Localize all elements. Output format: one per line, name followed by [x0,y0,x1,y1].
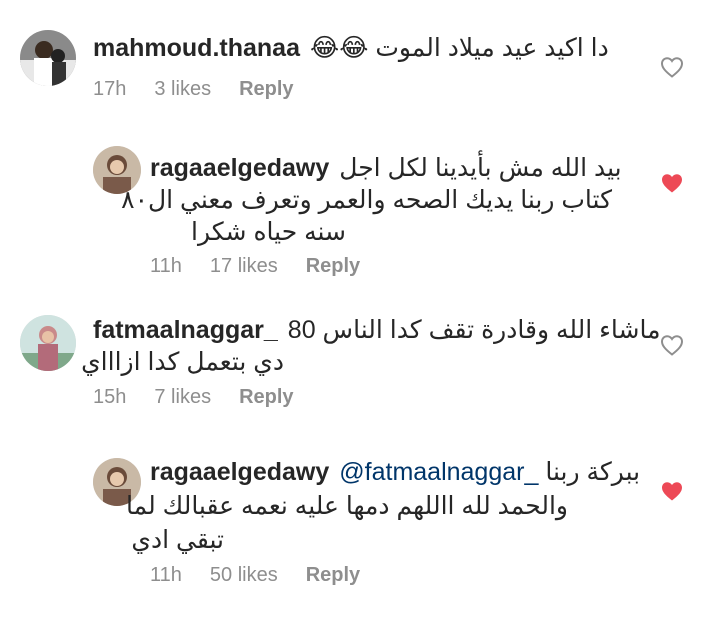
username[interactable]: mahmoud.thanaa [93,34,300,62]
comment-body-line: ماشاء الله وقادرة تقف كدا الناس 80 [287,316,661,344]
mention-link[interactable]: @fatmaalnaggar_ [339,458,538,486]
person-avatar-icon [20,30,76,86]
reply-button[interactable]: Reply [306,255,360,277]
comment-body-line: كتاب ربنا يديك الصحه والعمر وتعرف معني ا… [121,186,612,214]
avatar[interactable] [20,30,76,86]
comment-text: ragaaelgedawy @fatmaalnaggar_ ببركة ربنا [150,456,640,489]
heart-filled-icon[interactable] [660,172,684,194]
comment-text: ragaaelgedawy بيد الله مش بأيدينا لكل اجل [150,152,622,185]
comment-body-line: دي بتعمل كدا ازاااي [81,348,284,376]
comment-body-line: ببركة ربنا [545,458,641,486]
person-avatar-icon [20,315,76,371]
timestamp[interactable]: 17h [93,78,126,100]
heart-outline-icon[interactable] [660,334,684,356]
timestamp[interactable]: 11h [150,255,182,277]
reply-button[interactable]: Reply [239,386,293,408]
comment-body-line: والحمد لله االلهم دمها عليه نعمه عقبالك … [126,492,568,520]
timestamp[interactable]: 15h [93,386,126,408]
comment-body-line: سنه حياه شكرا [191,218,346,246]
username[interactable]: ragaaelgedawy [150,154,329,182]
comment-meta: 17h 3 likes Reply [93,78,322,101]
heart-outline-icon[interactable] [660,56,684,78]
username[interactable]: ragaaelgedawy [150,458,329,486]
comment-meta: 11h 50 likes Reply [150,564,388,587]
reply-button[interactable]: Reply [306,564,360,586]
comment-meta: 11h 17 likes Reply [150,255,388,278]
comment-meta: 15h 7 likes Reply [93,386,322,409]
comment-text: fatmaalnaggar_ ماشاء الله وقادرة تقف كدا … [93,314,661,347]
comment-body-line: تبقي ادي [131,526,224,554]
timestamp[interactable]: 11h [150,564,182,586]
heart-filled-icon[interactable] [660,480,684,502]
comment-body: دا اكيد عيد ميلاد الموت 😂😂 [309,34,609,62]
like-count[interactable]: 50 likes [210,564,278,586]
reply-button[interactable]: Reply [239,78,293,100]
like-count[interactable]: 17 likes [210,255,278,277]
comment-text: mahmoud.thanaa دا اكيد عيد ميلاد الموت 😂😂 [93,32,609,65]
comment-body-line: بيد الله مش بأيدينا لكل اجل [339,154,622,182]
like-count[interactable]: 3 likes [154,78,211,100]
username[interactable]: fatmaalnaggar_ [93,316,278,344]
avatar[interactable] [20,315,76,371]
like-count[interactable]: 7 likes [154,386,211,408]
